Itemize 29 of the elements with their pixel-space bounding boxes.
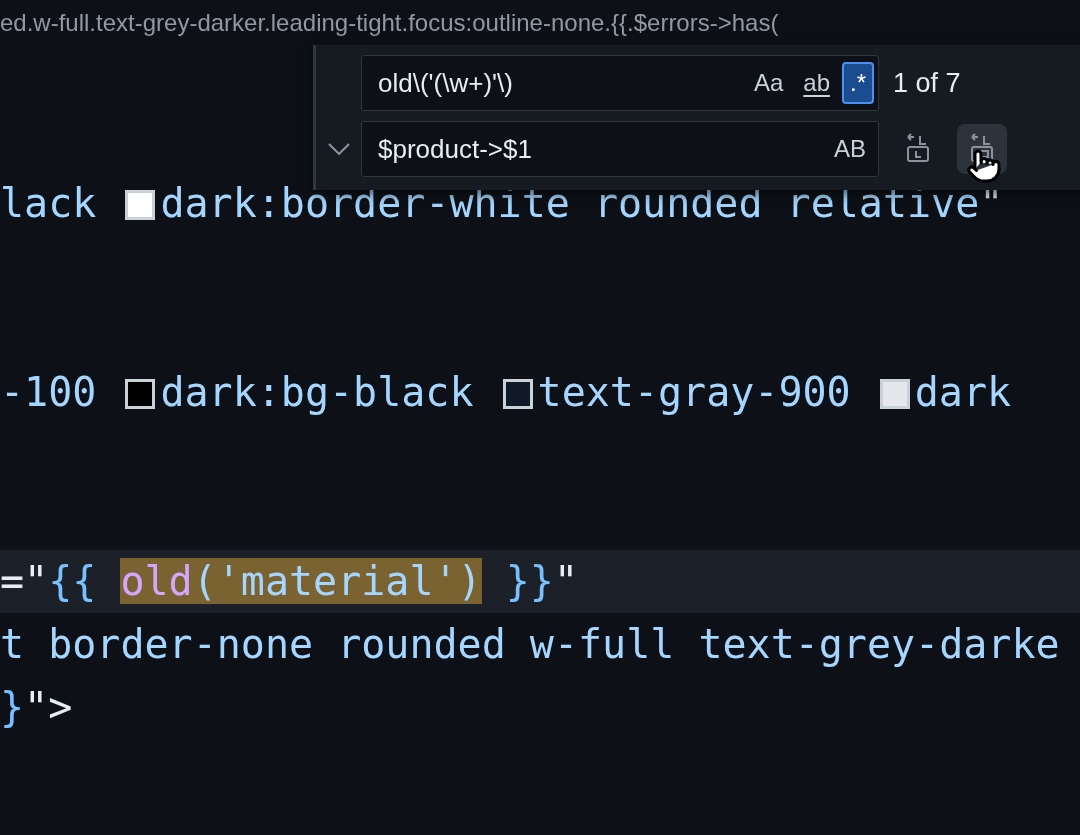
replace-input-field[interactable]: $product->$1 AB [361, 121, 879, 177]
match-count: 1 of 7 [893, 66, 961, 100]
code-token: {{ [48, 558, 98, 604]
code-token: -100 [0, 369, 98, 415]
code-token: text-gray-900 [537, 369, 852, 415]
code-token: lack [0, 180, 98, 226]
find-input-field[interactable]: old\('(\w+)'\) Aa ab .* [361, 55, 879, 111]
code-token: t border-none rounded w-full text-grey-darke [0, 621, 1060, 667]
code-token: =" [0, 558, 49, 604]
search-option-toggle[interactable]: Aa [745, 62, 792, 104]
search-match: old [120, 558, 193, 604]
code-token: "> [24, 684, 73, 730]
code-token: dark [914, 369, 1012, 415]
replace-icon [904, 133, 932, 165]
code-token: " [553, 558, 578, 604]
search-option-toggle[interactable]: ab [795, 62, 838, 104]
replace-all-icon [968, 133, 996, 165]
search-match: ('material') [192, 558, 482, 604]
search-option-toggle[interactable]: AB [826, 128, 874, 170]
code-token: dark:border-white rounded relative [160, 180, 980, 226]
chevron-down-icon [327, 142, 350, 155]
find-value: old\('(\w+)'\) [378, 66, 514, 100]
hand-cursor-icon [966, 148, 1002, 184]
breadcrumb[interactable]: ed.w-full.text-grey-darker.leading-tight.focus:outline-none.{{.$errors->has( [0, 4, 779, 41]
replace-value: $product->$1 [378, 132, 533, 166]
code-token: } [0, 684, 25, 730]
search-option-toggle[interactable]: .* [842, 62, 874, 104]
code-token: }} [504, 558, 554, 604]
code-token: dark:bg-black [160, 369, 475, 415]
